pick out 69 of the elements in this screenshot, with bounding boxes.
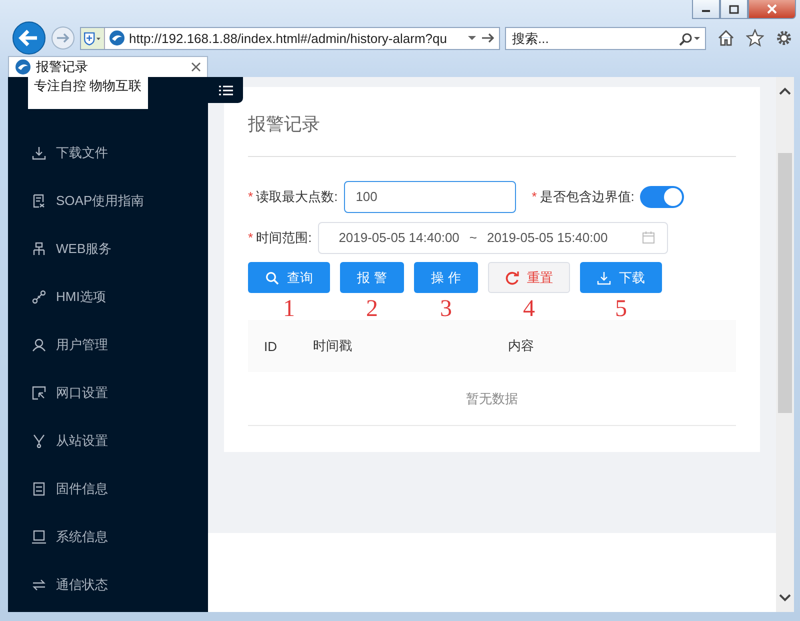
close-icon[interactable] xyxy=(191,62,201,72)
star-icon[interactable] xyxy=(746,29,764,47)
annotation-number: 2 xyxy=(366,296,378,320)
file-icon xyxy=(32,482,46,496)
sidebar-item[interactable]: WEB服务 xyxy=(8,225,208,273)
url-text: http://192.168.1.88/index.html#/admin/history-alarm?qu xyxy=(129,30,448,46)
field-label: 是否包含边界值: xyxy=(540,188,634,206)
minimize-button[interactable] xyxy=(692,0,720,19)
empty-text: 暂无数据 xyxy=(466,390,518,408)
shield-icon[interactable] xyxy=(81,28,105,48)
dropdown-icon[interactable] xyxy=(467,34,477,42)
home-icon[interactable] xyxy=(717,29,735,47)
annotation-number: 1 xyxy=(283,296,295,320)
menu-icon[interactable] xyxy=(218,84,232,96)
fork-icon xyxy=(32,434,46,448)
column-header: 时间戳 xyxy=(313,337,353,355)
scrollbar[interactable] xyxy=(776,77,794,612)
field-label: 时间范围: xyxy=(256,228,312,246)
address-bar[interactable]: http://192.168.1.88/index.html#/admin/history-alarm?qu xyxy=(80,26,500,50)
globe-icon xyxy=(109,30,125,46)
sidebar-item[interactable]: HMI选项 xyxy=(8,273,208,321)
menu-toggle-button[interactable] xyxy=(208,77,243,103)
browser-tab[interactable]: 报警记录 xyxy=(8,56,208,77)
sidebar-item[interactable]: 下载文件 xyxy=(8,129,208,177)
scroll-up-icon[interactable] xyxy=(779,87,791,95)
sidebar-item[interactable]: 网口设置 xyxy=(8,369,208,417)
sidebar-item[interactable]: 系统信息 xyxy=(8,513,208,561)
required-mark: * xyxy=(248,230,254,245)
sidebar-item[interactable]: 从站设置 xyxy=(8,417,208,465)
maximize-button[interactable] xyxy=(720,0,748,19)
logo-box: 专注自控 物物互联 xyxy=(28,77,148,109)
page-title: 报警记录 xyxy=(248,113,321,136)
laptop-icon xyxy=(32,530,46,544)
sidebar-item[interactable]: 固件信息 xyxy=(8,465,208,513)
required-mark: * xyxy=(248,189,254,204)
annotation-number: 3 xyxy=(440,296,452,320)
action-button[interactable]: 重置 xyxy=(488,262,570,293)
search-icon xyxy=(265,270,279,284)
search-field[interactable]: 搜索... xyxy=(505,26,706,50)
scroll-down-icon[interactable] xyxy=(779,594,791,602)
field-label: 读取最大点数: xyxy=(256,188,338,206)
user-icon xyxy=(32,338,46,352)
sidebar-item[interactable]: 用户管理 xyxy=(8,321,208,369)
go-arrow-icon[interactable] xyxy=(481,32,495,44)
date-range-field[interactable]: 2019-05-05 14:40:00 ~ 2019-05-05 15:40:00 xyxy=(318,222,668,254)
refresh-icon xyxy=(505,270,519,284)
annotation-number: 5 xyxy=(615,296,627,320)
maximize-icon[interactable] xyxy=(729,4,739,14)
search-icon[interactable] xyxy=(679,32,701,46)
column-header: 内容 xyxy=(508,337,535,355)
sitemap-icon xyxy=(32,242,46,256)
download-icon xyxy=(32,146,46,160)
input-field[interactable]: 100 xyxy=(344,180,516,212)
document-icon xyxy=(32,194,46,208)
swap-icon xyxy=(32,578,46,592)
back-button[interactable] xyxy=(12,21,46,55)
globe-icon xyxy=(15,59,31,75)
link-icon xyxy=(32,290,46,304)
download-icon xyxy=(597,270,611,284)
close-button[interactable] xyxy=(748,0,796,19)
column-header: ID xyxy=(264,338,278,354)
select-icon xyxy=(32,386,46,400)
settings-icon[interactable] xyxy=(775,29,793,47)
scroll-thumb[interactable] xyxy=(778,153,792,413)
required-mark: * xyxy=(532,189,537,204)
sidebar-item[interactable]: SOAP使用指南 xyxy=(8,177,208,225)
sidebar-item[interactable]: 通信状态 xyxy=(8,561,208,609)
toggle-switch[interactable] xyxy=(640,186,684,208)
annotation-number: 4 xyxy=(523,296,535,320)
